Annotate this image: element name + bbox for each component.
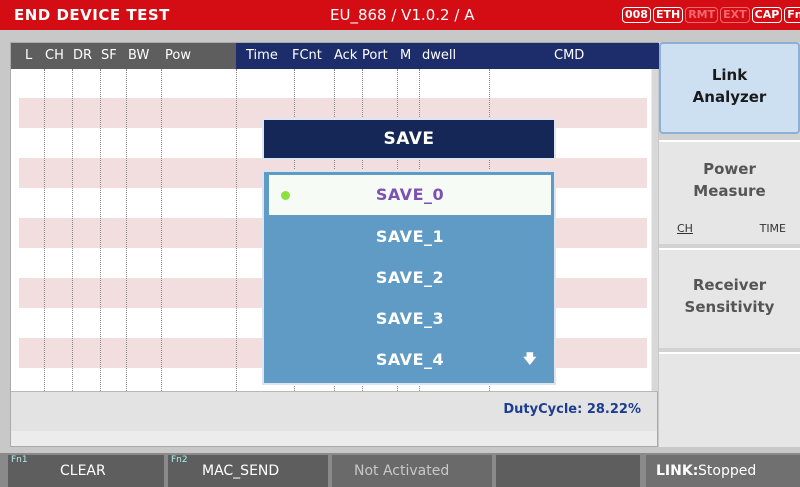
col-header-m: M bbox=[400, 48, 412, 63]
column-divider bbox=[44, 69, 45, 391]
power-sub-ch: CH bbox=[677, 222, 693, 235]
receiver-sensitivity-label-2: Sensitivity bbox=[684, 298, 775, 316]
col-header-sf: SF bbox=[101, 48, 117, 63]
link-analyzer-button[interactable]: Link Analyzer bbox=[659, 42, 800, 134]
column-divider bbox=[236, 69, 237, 391]
badge-ext: EXT bbox=[720, 7, 750, 23]
save-slot-label: SAVE_3 bbox=[375, 309, 445, 328]
status-row: DutyCycle: 28.22% bbox=[11, 391, 657, 431]
col-header-ack: Ack bbox=[334, 48, 358, 63]
power-measure-button[interactable]: Power Measure CH TIME bbox=[659, 140, 800, 244]
col-header-bw: BW bbox=[128, 48, 150, 63]
table-header-left: L CH DR SF BW Pow bbox=[11, 43, 236, 69]
fn1-tag: Fn1 bbox=[11, 455, 28, 465]
empty-softkey[interactable] bbox=[659, 352, 800, 447]
duty-cycle-readout: DutyCycle: 28.22% bbox=[503, 402, 641, 417]
link-analyzer-label-1: Link bbox=[711, 66, 748, 84]
col-header-pow: Pow bbox=[165, 48, 191, 63]
badge-rmt: RMT bbox=[685, 7, 719, 23]
receiver-sensitivity-button[interactable]: Receiver Sensitivity bbox=[659, 248, 800, 348]
col-header-time: Time bbox=[246, 48, 278, 63]
col-header-l: L bbox=[25, 48, 33, 63]
table-scrollbar[interactable] bbox=[652, 69, 658, 391]
save-slot-list[interactable]: SAVE_0 SAVE_1 SAVE_2 SAVE_3 SAVE_4 🡇 bbox=[262, 170, 556, 385]
mac-send-label: MAC_SEND bbox=[202, 463, 280, 479]
table-header-right: Time FCnt Ack Port M dwell CMD bbox=[236, 43, 659, 69]
save-dialog-title: SAVE bbox=[262, 118, 556, 160]
save-slot-0[interactable]: SAVE_0 bbox=[269, 175, 551, 215]
not-activated-label: Not Activated bbox=[354, 463, 450, 479]
link-status-value: Stopped bbox=[698, 463, 757, 479]
save-slot-3[interactable]: SAVE_3 bbox=[269, 299, 551, 339]
badge-fn: Fn bbox=[784, 7, 800, 23]
receiver-sensitivity-label-1: Receiver bbox=[692, 276, 767, 294]
link-status-label: LINK: bbox=[656, 463, 699, 479]
save-slot-4[interactable]: SAVE_4 🡇 bbox=[269, 340, 551, 380]
mode-version: EU_868 / V1.0.2 / A bbox=[330, 6, 475, 24]
app-title: END DEVICE TEST bbox=[14, 6, 170, 24]
save-slot-label: SAVE_0 bbox=[375, 185, 445, 204]
column-divider bbox=[72, 69, 73, 391]
power-measure-label-2: Measure bbox=[693, 182, 766, 200]
badge-eth: ETH bbox=[652, 7, 684, 23]
empty-fkey[interactable] bbox=[496, 455, 640, 487]
save-slot-2[interactable]: SAVE_2 bbox=[269, 258, 551, 298]
selected-dot-icon bbox=[281, 191, 290, 200]
not-activated-button[interactable]: Not Activated bbox=[332, 455, 492, 487]
power-measure-label-1: Power bbox=[703, 160, 756, 178]
col-header-cmd: CMD bbox=[554, 48, 585, 63]
softkey-bar: Fn1 CLEAR Fn2 MAC_SEND Not Activated LIN… bbox=[0, 453, 800, 487]
column-divider bbox=[126, 69, 127, 391]
col-header-dr: DR bbox=[73, 48, 93, 63]
fn2-tag: Fn2 bbox=[171, 455, 188, 465]
status-badges: 008 ETH RMT EXT CAP Fn bbox=[622, 7, 800, 23]
title-bar: END DEVICE TEST EU_868 / V1.0.2 / A 008 … bbox=[0, 0, 800, 30]
function-panel: Link Analyzer Power Measure CH TIME Rece… bbox=[659, 42, 800, 447]
col-header-port: Port bbox=[362, 48, 388, 63]
col-header-fcnt: FCnt bbox=[292, 48, 322, 63]
mac-send-button[interactable]: Fn2 MAC_SEND bbox=[168, 455, 328, 487]
down-arrow-icon[interactable]: 🡇 bbox=[523, 340, 537, 380]
clear-button[interactable]: Fn1 CLEAR bbox=[8, 455, 164, 487]
badge-008: 008 bbox=[622, 7, 651, 23]
save-slot-label: SAVE_1 bbox=[375, 227, 445, 246]
save-slot-1[interactable]: SAVE_1 bbox=[269, 217, 551, 257]
badge-cap: CAP bbox=[751, 7, 783, 23]
link-analyzer-label-2: Analyzer bbox=[692, 88, 767, 106]
clear-label: CLEAR bbox=[60, 463, 106, 479]
col-header-ch: CH bbox=[45, 48, 64, 63]
column-divider bbox=[161, 69, 162, 391]
column-divider bbox=[100, 69, 101, 391]
col-header-dwell: dwell bbox=[422, 48, 457, 63]
power-sub-time: TIME bbox=[759, 222, 786, 235]
save-slot-label: SAVE_4 bbox=[375, 350, 445, 369]
link-status: LINK: Stopped bbox=[646, 455, 800, 487]
save-slot-label: SAVE_2 bbox=[375, 268, 445, 287]
